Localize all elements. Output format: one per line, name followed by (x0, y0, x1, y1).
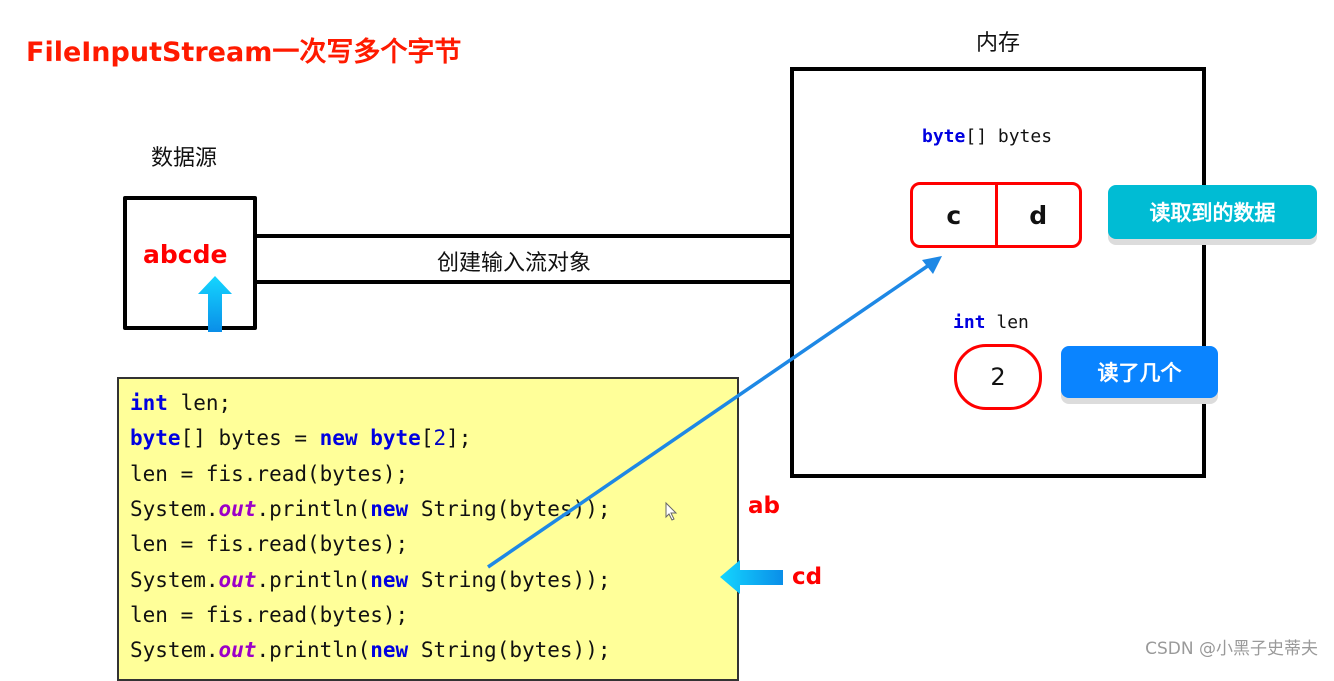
len-value: 2 (954, 344, 1042, 410)
code-line: len = fis.read(bytes); (130, 462, 408, 486)
len-declaration: int len (953, 312, 1029, 333)
code-text: [ (420, 426, 434, 451)
code-text: len; (167, 391, 232, 415)
code-text: System. (130, 638, 219, 663)
code-field: out (218, 638, 257, 663)
code-text: .println( (256, 567, 371, 592)
read-count-tag: 读了几个 (1061, 346, 1218, 398)
code-block: int len; byte[] bytes = new byte[2]; len =… (117, 377, 739, 681)
code-keyword: byte (130, 426, 181, 451)
code-line: System.out.println(new String(bytes)); (130, 638, 610, 662)
byte-array-declaration: byte[] bytes (922, 126, 1052, 147)
code-line: System.out.println(new String(bytes)); (130, 568, 610, 592)
code-field: out (218, 567, 257, 592)
code-line: System.out.println(new String(bytes)); (130, 497, 610, 521)
code-keyword: new (370, 567, 409, 592)
code-text: len = fis.read(bytes); (130, 532, 409, 557)
code-text: .println( (256, 496, 371, 521)
stream-pipe-bottom-line (253, 280, 793, 284)
code-keyword: int (130, 391, 168, 415)
code-line: byte[] bytes = new byte[2]; (130, 426, 471, 450)
byte-keyword: byte (922, 126, 966, 147)
array-cell-1: d (994, 185, 1080, 245)
memory-label: 内存 (976, 31, 1021, 56)
array-name: bytes (987, 126, 1053, 147)
code-keyword: new (370, 638, 409, 663)
code-text: String(bytes)); (408, 567, 611, 592)
len-name: len (985, 312, 1029, 333)
code-text: String(bytes)); (408, 638, 611, 663)
code-text: System. (130, 567, 219, 592)
array-cell-0: c (946, 200, 962, 230)
code-text: System. (130, 496, 219, 521)
output-second: cd (792, 564, 823, 590)
data-source-label: 数据源 (151, 146, 218, 171)
code-line: len = fis.read(bytes); (130, 532, 408, 556)
code-field: out (218, 496, 257, 521)
watermark: CSDN @小黑子史蒂夫 (1145, 639, 1318, 659)
code-text: String(bytes)); (408, 496, 611, 521)
code-text: len = fis.read(bytes); (130, 602, 409, 627)
code-number: 2 (433, 426, 447, 451)
data-source-content: abcde (143, 240, 228, 269)
code-line: len = fis.read(bytes); (130, 603, 408, 627)
code-text: len = fis.read(bytes); (130, 461, 409, 486)
read-data-tag: 读取到的数据 (1108, 185, 1317, 239)
stream-label: 创建输入流对象 (437, 251, 592, 276)
code-text: .println( (256, 638, 371, 663)
int-keyword: int (953, 312, 986, 333)
code-text: [] bytes = (180, 426, 320, 451)
code-line: int len; (130, 391, 231, 415)
output-first: ab (748, 493, 780, 519)
code-keyword: new (370, 496, 409, 521)
array-brackets: [] (965, 126, 988, 147)
diagram-title: FileInputStream一次写多个字节 (26, 37, 462, 68)
code-keyword: new (319, 426, 358, 451)
byte-array-cells: c d (910, 182, 1082, 248)
code-keyword: byte (370, 426, 421, 451)
stream-pipe-top-line (253, 234, 793, 238)
code-text: ]; (446, 426, 472, 451)
